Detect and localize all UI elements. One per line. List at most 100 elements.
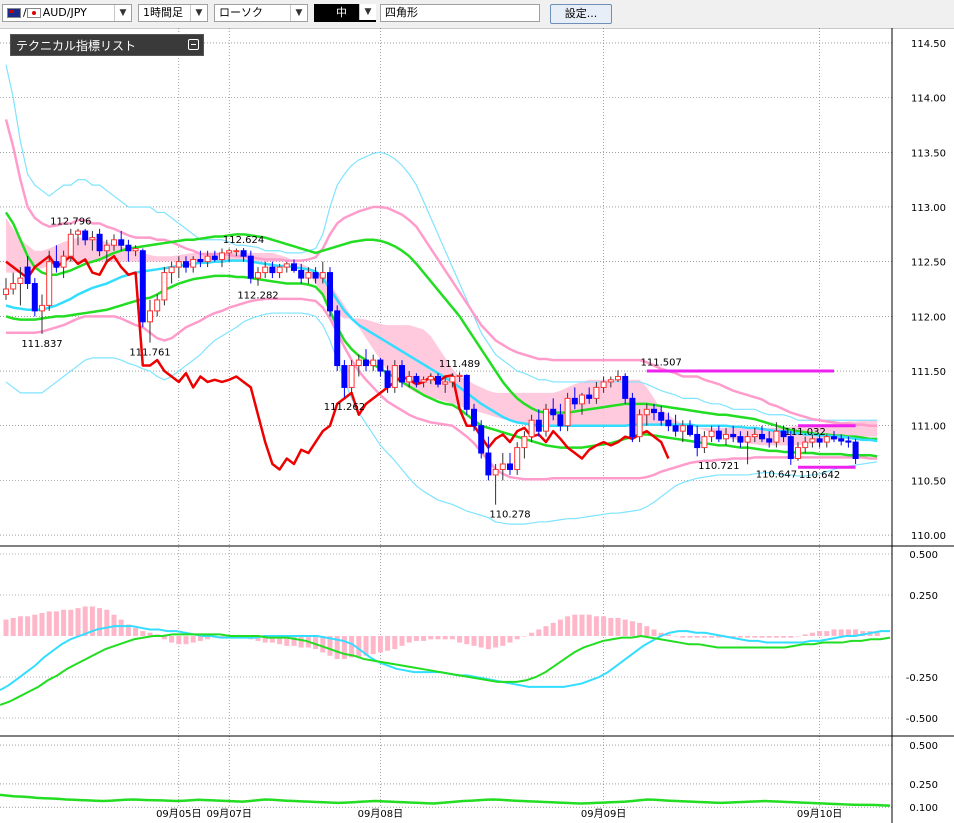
price-tick-label: 113.50: [911, 148, 946, 159]
candle-up: [60, 255, 67, 268]
candle-down: [435, 375, 441, 385]
candle-up: [795, 447, 801, 460]
settings-button[interactable]: 設定...: [550, 4, 612, 24]
candle-up: [75, 230, 81, 235]
macd-histogram-bar: [428, 636, 434, 640]
macd-histogram-bar: [46, 611, 52, 636]
candle-up: [615, 375, 621, 381]
price-tick-label: 111.00: [911, 422, 946, 433]
line-weight-label: 中: [336, 6, 347, 19]
macd-histogram-bar: [874, 632, 880, 636]
candle-down: [586, 394, 593, 399]
macd-histogram-bar: [421, 636, 427, 641]
price-annotation: 111.837: [21, 339, 62, 350]
macd-histogram-bar: [637, 622, 643, 636]
price-tick-label: 112.00: [911, 312, 946, 323]
price-tick-label: 112.50: [911, 258, 946, 269]
macd-histogram-bar: [370, 636, 376, 655]
macd-histogram-bar: [557, 619, 563, 636]
candle-up: [514, 447, 521, 470]
macd-histogram-bar: [781, 636, 787, 638]
candle-up: [46, 261, 53, 306]
candle-up: [370, 359, 377, 367]
candle-up: [132, 248, 139, 252]
candle-down: [557, 414, 564, 427]
candle-down: [334, 310, 341, 367]
oscillator-panel: 0.500 0.250 0.100: [0, 741, 938, 814]
macd-histogram-bar: [32, 614, 38, 636]
macd-histogram-bar: [75, 608, 81, 636]
candle-up: [449, 375, 456, 383]
candle-down: [269, 266, 276, 274]
candle-down: [831, 436, 837, 440]
candle-up: [190, 258, 197, 268]
macd-histogram-bar: [97, 608, 103, 636]
candle-up: [39, 304, 45, 312]
price-tick-label: 111.50: [911, 367, 946, 378]
price-tick-label: 114.00: [911, 94, 946, 105]
macd-histogram-bar: [773, 636, 779, 638]
macd-histogram-bar: [385, 636, 391, 651]
candle-up: [348, 365, 355, 388]
line-weight-select[interactable]: 中 ▼: [314, 4, 376, 22]
candle-up: [255, 272, 261, 279]
candle-up: [521, 436, 528, 449]
minimize-icon[interactable]: [188, 39, 199, 50]
macd-histogram-bar: [536, 629, 542, 636]
candle-up: [355, 359, 362, 367]
oscillator-line: [0, 793, 891, 807]
candle-up: [679, 425, 686, 432]
candle-down: [845, 440, 852, 443]
candle-up: [751, 433, 758, 438]
symbol-select[interactable]: / AUD/JPY ▼: [2, 4, 132, 22]
candle-down: [665, 419, 672, 427]
candle-up: [3, 288, 9, 295]
macd-histogram-bar: [550, 622, 556, 636]
aud-flag-icon: [7, 8, 21, 18]
date-tick-label: 09月07日: [206, 808, 251, 820]
candle-up: [607, 379, 614, 383]
macd-histogram-bar: [118, 619, 124, 636]
macd-histogram-bar: [687, 636, 693, 638]
osc-tick-label: 0.100: [909, 803, 938, 814]
candle-up: [492, 468, 499, 476]
chart-kind-select[interactable]: ローソク ▼: [214, 4, 308, 22]
jpy-flag-icon: [26, 8, 41, 18]
candle-up: [305, 272, 312, 279]
macd-tick-label: -0.250: [906, 673, 938, 684]
candle-up: [168, 266, 175, 274]
candle-up: [391, 365, 398, 388]
candle-up: [442, 381, 449, 385]
candle-down: [485, 452, 492, 476]
candle-down: [413, 375, 420, 383]
candle-down: [211, 255, 218, 260]
macd-histogram-bar: [478, 636, 484, 648]
macd-histogram-bar: [320, 636, 326, 653]
macd-histogram-bar: [824, 631, 830, 636]
macd-histogram-bar: [39, 613, 45, 636]
technical-indicator-list-title: テクニカル指標リスト: [16, 39, 137, 53]
chart[interactable]: 112.796 111.837 111.761 112.624 112.282 111.2…: [0, 28, 954, 823]
candle-down: [471, 408, 477, 427]
macd-histogram-bar: [709, 636, 715, 638]
candle-up: [89, 237, 96, 241]
signal-line: [0, 633, 891, 706]
price-annotation: 111.507: [641, 357, 682, 368]
macd-histogram-bar: [17, 616, 23, 636]
macd-histogram-bar: [392, 636, 398, 650]
candle-down: [694, 433, 701, 449]
candle-down: [312, 272, 319, 279]
macd-histogram-bar: [68, 609, 74, 636]
macd-histogram-bar: [622, 619, 628, 636]
macd-histogram-bar: [377, 636, 383, 653]
shape-input[interactable]: 四角形: [380, 4, 540, 22]
kumo-area: [6, 217, 878, 446]
technical-indicator-list[interactable]: テクニカル指標リスト: [10, 34, 204, 56]
timeframe-select[interactable]: 1時間足 ▼: [138, 4, 208, 22]
candle-down: [766, 438, 773, 443]
macd-histogram-bar: [629, 621, 635, 636]
candle-up: [226, 250, 233, 254]
candle-down: [816, 438, 823, 443]
candle-up: [643, 408, 650, 416]
candle-down: [737, 436, 744, 443]
